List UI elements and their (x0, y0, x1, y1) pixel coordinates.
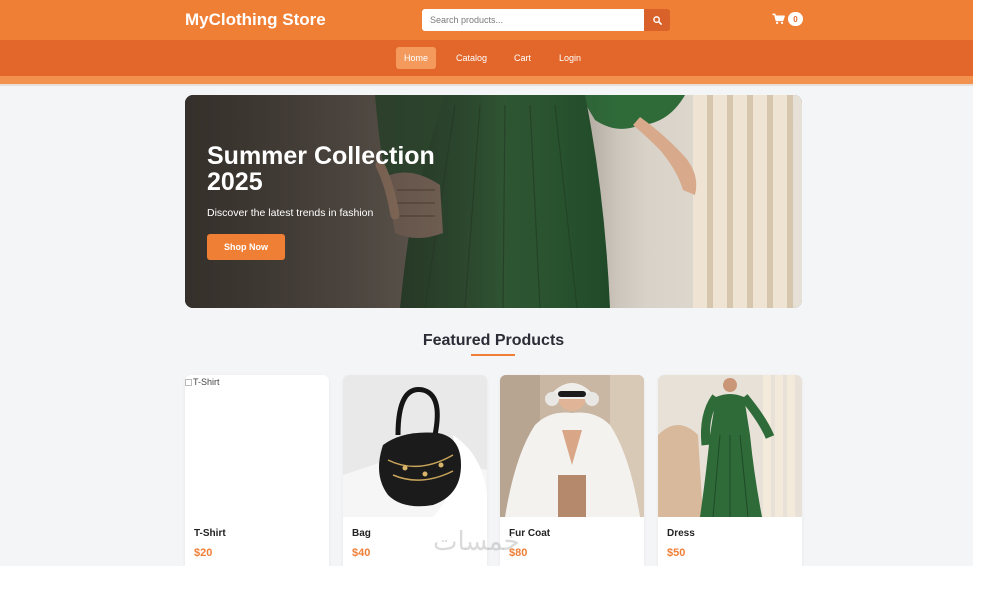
nav-catalog[interactable]: Catalog (448, 47, 495, 69)
product-image-tshirt: T-Shirt (185, 375, 329, 517)
shop-now-button[interactable]: Shop Now (207, 234, 285, 260)
product-card-dress[interactable]: Dress $50 (658, 375, 802, 566)
window-right-margin (973, 0, 1000, 596)
product-image-bag (343, 375, 487, 517)
hero-subtitle: Discover the latest trends in fashion (207, 207, 374, 219)
search-icon (652, 15, 662, 25)
nav-home[interactable]: Home (396, 47, 437, 69)
cart-icon (772, 13, 785, 25)
product-image-fur-coat (500, 375, 644, 517)
nav-login[interactable]: Login (551, 47, 589, 69)
broken-image-icon (185, 378, 192, 386)
window-bottom-margin (0, 566, 1000, 596)
product-price: $20 (194, 547, 213, 559)
featured-title: Featured Products (422, 332, 565, 349)
product-name: Bag (352, 528, 371, 539)
watermark: خمسات (433, 527, 520, 557)
product-card-tshirt[interactable]: T-Shirt T-Shirt $20 (185, 375, 329, 566)
top-header: MyClothing Store 0 (0, 0, 973, 40)
search-input[interactable] (422, 9, 644, 31)
product-name: Dress (667, 528, 695, 539)
hero-title: Summer Collection 2025 (207, 142, 435, 196)
cart-button[interactable]: 0 (772, 12, 803, 26)
product-price: $40 (352, 547, 371, 559)
nav-cart[interactable]: Cart (506, 47, 539, 69)
product-name: T-Shirt (194, 528, 226, 539)
brand-logo[interactable]: MyClothing Store (185, 10, 326, 30)
product-image-dress (658, 375, 802, 517)
nav-shadow (0, 84, 973, 86)
hero-image (185, 95, 802, 308)
hero-banner: Summer Collection 2025 Discover the late… (185, 95, 802, 308)
nav-underbar (0, 76, 973, 84)
cart-count-badge: 0 (788, 12, 803, 26)
broken-image-alt: T-Shirt (185, 377, 220, 387)
page-viewport: MyClothing Store 0 Home Catalog Cart Log… (0, 0, 973, 566)
product-price: $50 (667, 547, 686, 559)
search-button[interactable] (644, 9, 670, 31)
featured-title-underline (471, 354, 515, 356)
product-card-fur-coat[interactable]: Fur Coat $80 (500, 375, 644, 566)
